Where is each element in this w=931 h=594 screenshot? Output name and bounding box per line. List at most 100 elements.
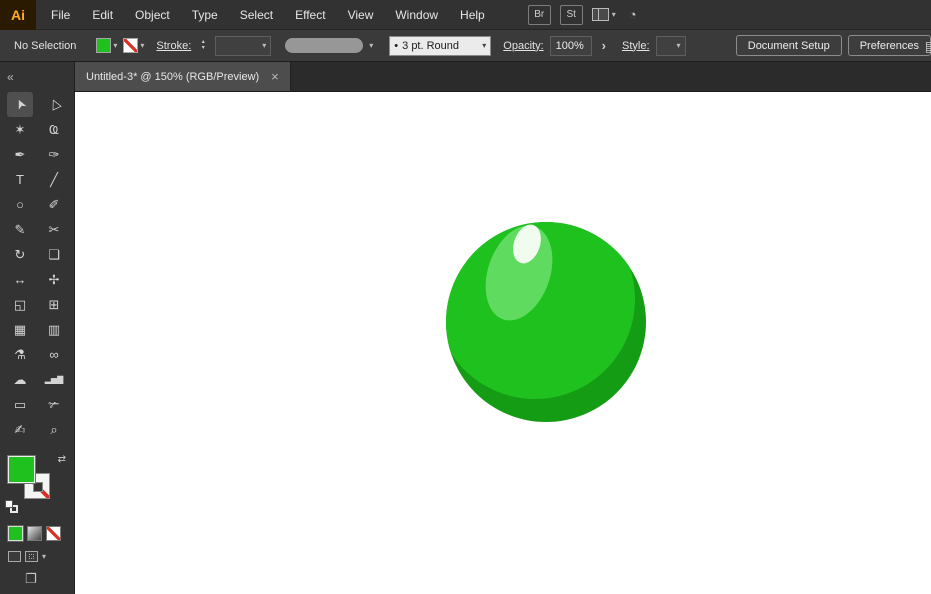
workspace-layout-icon [591,8,609,21]
document-tab[interactable]: Untitled-3* @ 150% (RGB/Preview) × [75,62,291,91]
document-tab-title: Untitled-3* @ 150% (RGB/Preview) [86,70,260,83]
stroke-color-control[interactable]: ▾ [123,38,144,53]
selection-tool[interactable]: ➤ [7,92,33,117]
chevron-down-icon[interactable]: ▾ [42,552,46,561]
scale-tool-icon: ❏ [48,247,60,262]
menu-view[interactable]: View [337,0,385,30]
menu-help[interactable]: Help [449,0,496,30]
default-fill-mini [5,500,13,508]
fill-box[interactable] [8,456,35,483]
opacity-options-button[interactable]: › [598,37,610,55]
stroke-weight-label[interactable]: Stroke: [156,40,191,52]
scissors-tool[interactable]: ✂ [41,217,67,242]
lasso-tool-icon: Ҩ [49,122,59,137]
none-button[interactable] [46,526,61,541]
curvature-tool[interactable]: ✑ [41,142,67,167]
pen-tool[interactable]: ✒ [7,142,33,167]
draw-modes: ▾ [8,551,46,562]
variable-width-profile[interactable] [285,38,364,53]
close-icon[interactable]: × [271,70,279,83]
zoom-tool[interactable]: ⌕ [41,417,67,442]
shape-builder-tool[interactable]: ◱ [7,292,33,317]
lasso-tool[interactable]: Ҩ [41,117,67,142]
perspective-grid-tool-icon: ⊞ [48,297,60,312]
direct-selection-tool-icon: ▷ [45,96,63,113]
document-setup-button[interactable]: Document Setup [735,35,842,56]
direct-selection-tool[interactable]: ▷ [41,92,67,117]
opacity-label[interactable]: Opacity: [503,40,543,52]
chevron-down-icon: ▾ [482,41,487,50]
draw-normal-icon[interactable] [8,551,21,562]
zoom-tool-icon: ⌕ [50,422,58,437]
type-tool[interactable]: T [7,167,33,192]
mesh-tool-icon: ▦ [13,322,27,337]
paintbrush-tool-icon: ✐ [48,197,60,212]
document-area: Untitled-3* @ 150% (RGB/Preview) × [75,62,931,594]
scale-tool[interactable]: ❏ [41,242,67,267]
workspace-switcher[interactable]: ▾ [591,8,616,21]
artboard-tool[interactable]: ▭ [7,392,33,417]
column-graph-tool-icon: ▂▅▇ [44,374,64,384]
tools-panel-header: « [0,62,74,92]
chevron-down-icon: ▾ [140,41,145,50]
width-tool[interactable]: ↔ [7,267,33,292]
fill-swatch [96,38,112,53]
perspective-grid-tool[interactable]: ⊞ [41,292,67,317]
menu-file[interactable]: File [40,0,81,30]
slice-tool[interactable]: ✃ [41,392,67,417]
chevron-down-icon: ▾ [676,41,681,50]
canvas-area[interactable] [75,92,931,594]
hand-tool[interactable]: ✍ [7,417,33,442]
ellipse-tool-icon: ○ [16,197,24,212]
stroke-weight-combo[interactable]: ▾ [215,35,272,56]
gradient-tool[interactable]: ▥ [41,317,67,342]
draw-inside-icon[interactable] [25,551,38,562]
style-combo[interactable]: ▾ [655,35,686,56]
artboard-tool-icon: ▭ [13,397,27,412]
stroke-weight-stepper[interactable]: ▴ ▾ [197,39,209,51]
paintbrush-tool[interactable]: ✐ [41,192,67,217]
magic-wand-tool[interactable]: ✶ [7,117,33,142]
fill-color-control[interactable]: ▾ [96,38,117,53]
symbol-sprayer-tool-icon: ☁ [13,372,27,387]
free-transform-tool[interactable]: ✢ [41,267,67,292]
menu-object[interactable]: Object [124,0,181,30]
screen-mode-button[interactable]: ❐ [25,571,37,587]
tools-panel: « ➤ ▷ ✶ Ҩ ✒ ✑ T ╱ ○ ✐ ✎ ✂ ↻ ❏ ↔ ✢ ◱ ⊞ ▦ ▥ ⚗ ∞ ☁ ▂▅▇ ▭ ✃ ✍ ⌕ ⇄ [0,62,75,594]
chevron-down-icon[interactable]: ▾ [369,41,373,50]
gpu-performance-icon[interactable]: ◔ [629,7,637,22]
menu-effect[interactable]: Effect [284,0,336,30]
line-segment-tool[interactable]: ╱ [41,167,67,192]
bridge-button[interactable]: Br [527,4,551,25]
stepper-down-icon: ▾ [201,45,205,51]
blend-tool-icon: ∞ [49,347,59,362]
blend-tool[interactable]: ∞ [41,342,67,367]
gradient-tool-icon: ▥ [47,322,61,337]
green-ball-artwork[interactable] [75,92,931,594]
menu-select[interactable]: Select [229,0,284,30]
shape-builder-tool-icon: ◱ [13,297,27,312]
gradient-button[interactable] [27,526,42,541]
panel-toggle-icon[interactable]: ▤ [925,38,931,55]
symbol-sprayer-tool[interactable]: ☁ [7,367,33,392]
menu-type[interactable]: Type [181,0,229,30]
eyedropper-tool[interactable]: ⚗ [7,342,33,367]
default-fill-stroke-icon[interactable] [5,500,20,514]
ellipse-tool[interactable]: ○ [7,192,33,217]
rotate-tool-icon: ↻ [14,247,26,262]
style-label[interactable]: Style: [622,40,650,52]
rotate-tool[interactable]: ↻ [7,242,33,267]
column-graph-tool[interactable]: ▂▅▇ [41,367,67,392]
menu-window[interactable]: Window [384,0,449,30]
swap-fill-stroke-icon[interactable]: ⇄ [58,454,66,465]
mesh-tool[interactable]: ▦ [7,317,33,342]
pencil-tool[interactable]: ✎ [7,217,33,242]
color-button[interactable] [8,526,23,541]
menu-edit[interactable]: Edit [81,0,124,30]
preferences-button[interactable]: Preferences [847,35,931,56]
opacity-field[interactable]: 100% [549,35,592,56]
collapse-panel-icon[interactable]: « [7,70,14,84]
type-tool-icon: T [16,172,24,187]
stock-button[interactable]: St [559,4,583,25]
brush-definition-combo[interactable]: • 3 pt. Round ▾ [389,35,492,56]
